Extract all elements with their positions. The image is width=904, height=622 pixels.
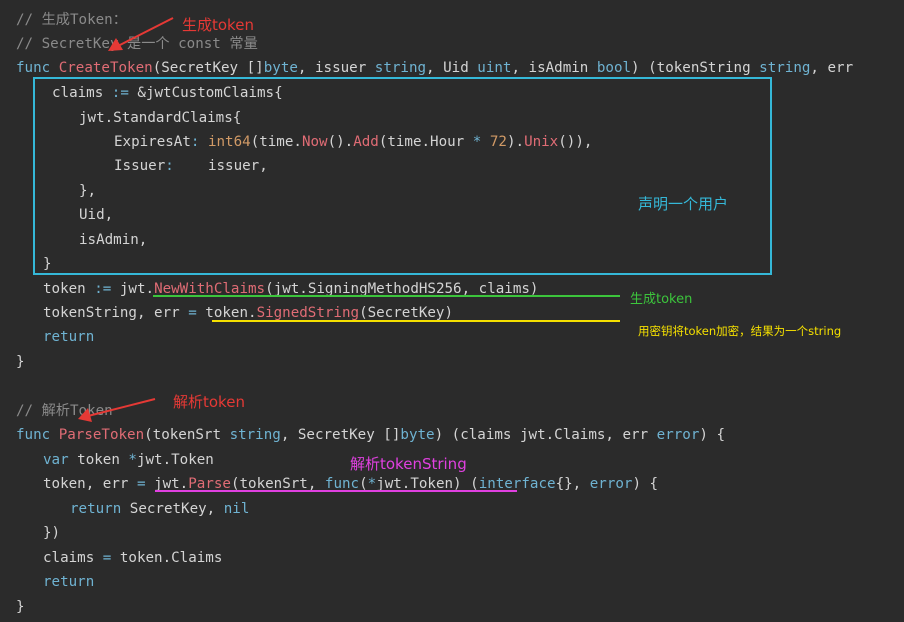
code-token: func (16, 427, 59, 443)
code-token: = (136, 476, 146, 492)
code-line[interactable]: return SecretKey, nil (70, 497, 249, 521)
code-token: , SecretKey [] (280, 427, 401, 443)
code-token: } (16, 354, 25, 370)
code-line[interactable]: // 生成Token： (16, 8, 127, 32)
code-token: string (374, 60, 427, 76)
code-token: string (229, 427, 281, 443)
code-token: , isAdmin (511, 60, 597, 76)
code-token: {}, (555, 476, 590, 492)
code-token: , issuer (297, 60, 375, 76)
declare-user-highlight-box (33, 77, 772, 275)
code-token: nil (223, 501, 250, 517)
code-token: SignedString (256, 305, 360, 321)
code-token: SecretKey, (121, 501, 224, 517)
code-line[interactable]: var token *jwt.Token (43, 448, 214, 472)
code-token: uint (477, 60, 512, 76)
code-token: ) { (699, 427, 726, 443)
code-token: ) (tokenString (631, 60, 760, 76)
code-token: jwt. (111, 281, 155, 297)
code-token: * (128, 452, 137, 468)
code-token: } (16, 599, 25, 615)
code-token: // 生成Token： (16, 12, 127, 28)
code-token: var (43, 452, 69, 468)
code-token: return (43, 329, 95, 345)
code-token: token. (196, 305, 257, 321)
code-line[interactable]: token, err = jwt.Parse(tokenSrt, func(*j… (43, 472, 658, 496)
code-token: ) (claims jwt.Claims, err (434, 427, 657, 443)
code-line[interactable]: // 解析Token (16, 399, 113, 423)
code-editor[interactable]: // 生成Token： // SecretKey 是一个 const 常量 func… (0, 0, 904, 622)
code-token: token (43, 281, 95, 297)
code-token: // SecretKey 是一个 const 常量 (16, 36, 258, 52)
code-token: byte (263, 60, 298, 76)
code-token: bool (596, 60, 632, 76)
code-token: ) { (632, 476, 659, 492)
code-token: token, err (43, 476, 137, 492)
code-line[interactable]: }) (43, 521, 60, 545)
code-token: error (656, 427, 700, 443)
code-token: token.Claims (111, 550, 223, 566)
code-line[interactable]: // SecretKey 是一个 const 常量 (16, 32, 258, 56)
code-token: (tokenSrt (144, 427, 230, 443)
annotation-gen-token-top: 生成token (182, 16, 254, 34)
annotation-parse-token-string: 解析tokenString (350, 455, 467, 473)
code-token: (SecretKey [] (152, 60, 264, 76)
annotation-parse-token: 解析token (173, 393, 245, 411)
annotation-declare-user: 声明一个用户 (638, 195, 729, 213)
yellow-underline (212, 320, 620, 322)
annotation-encrypt-note: 用密钥将token加密，结果为一个string (638, 324, 842, 338)
code-token: CreateToken (58, 60, 153, 76)
code-token: string (759, 60, 811, 76)
code-token: , err (810, 60, 854, 76)
code-token: = (188, 305, 197, 321)
code-token: return (43, 574, 95, 590)
code-token: (SecretKey) (359, 305, 454, 321)
code-token: ParseToken (58, 427, 145, 443)
code-token: , Uid (426, 60, 478, 76)
code-line[interactable]: } (16, 350, 25, 374)
code-token: byte (400, 427, 435, 443)
code-line[interactable]: func ParseToken(tokenSrt string, SecretK… (16, 423, 725, 447)
code-line[interactable]: claims = token.Claims (43, 546, 222, 570)
code-line[interactable]: } (16, 595, 25, 619)
code-token: return (70, 501, 122, 517)
code-token: tokenString, err (43, 305, 189, 321)
code-token: // 解析Token (16, 403, 113, 419)
code-line[interactable]: token := jwt.NewWithClaims(jwt.SigningMe… (43, 277, 538, 301)
code-token: func (16, 60, 59, 76)
code-token: claims (43, 550, 103, 566)
code-token: token (68, 452, 129, 468)
code-token: jwt.Token (136, 452, 214, 468)
annotation-gen-token-green: 生成token (630, 292, 693, 307)
code-line[interactable]: return (43, 570, 94, 594)
magenta-underline (155, 490, 517, 492)
code-line[interactable]: return (43, 325, 94, 349)
code-token: }) (43, 525, 61, 541)
code-token: := (94, 281, 112, 297)
green-underline (153, 295, 620, 297)
code-token: error (589, 476, 633, 492)
